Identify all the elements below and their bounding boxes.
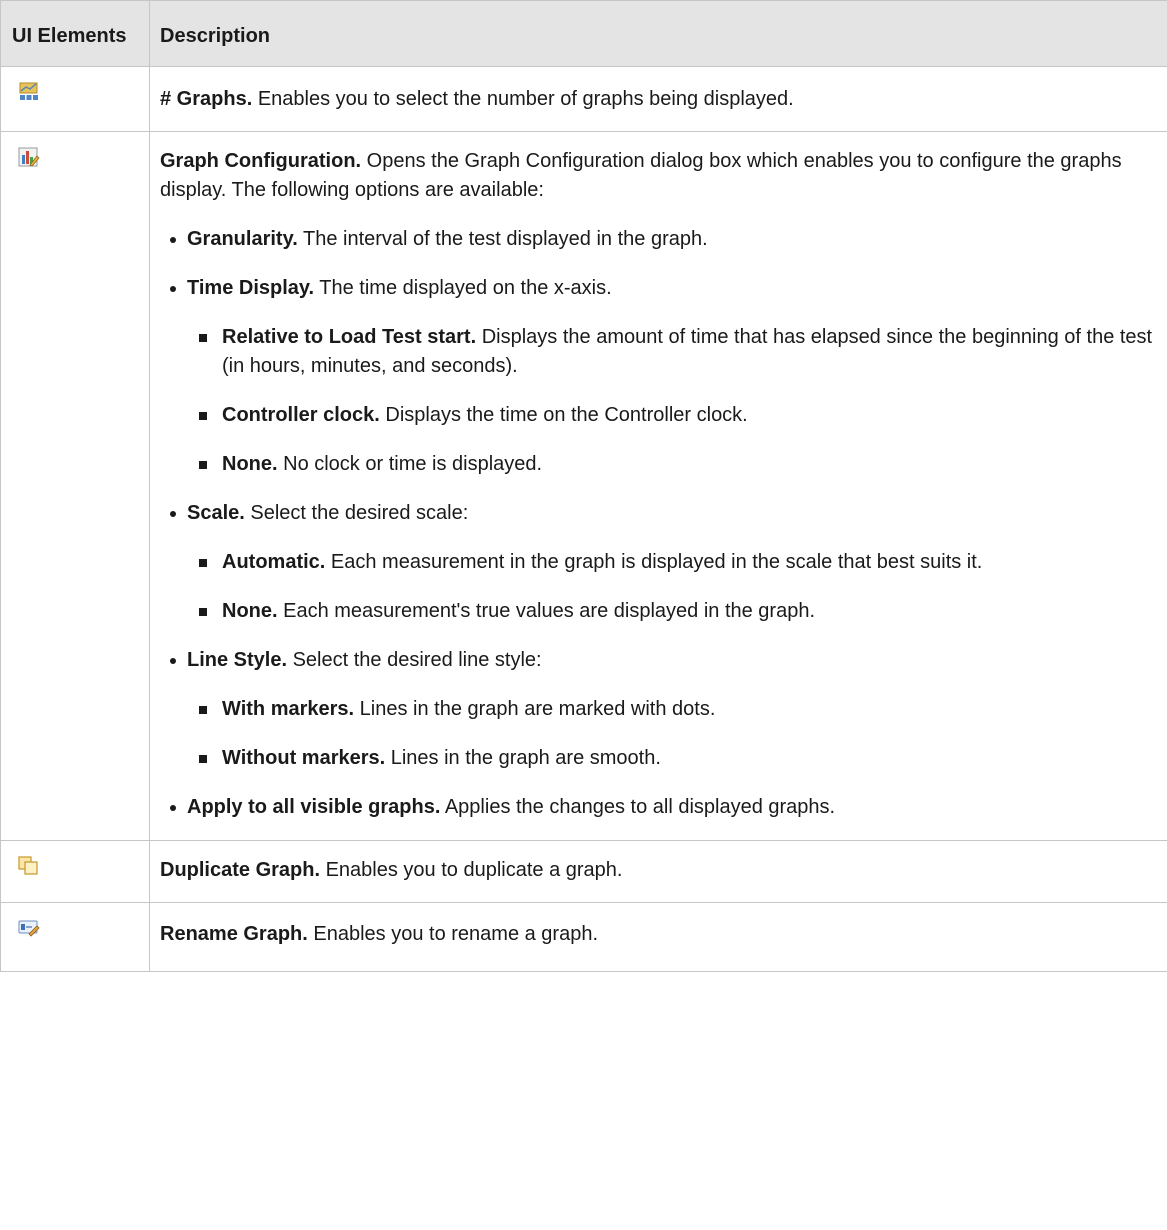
item-text: Select the desired scale: xyxy=(244,502,469,524)
term: Time Display. xyxy=(187,277,315,299)
duplicate-graph-icon xyxy=(17,855,41,877)
item-text: The interval of the test displayed in th… xyxy=(297,228,708,250)
term: Without markers. xyxy=(222,747,386,769)
item-text: Applies the changes to all displayed gra… xyxy=(440,796,836,818)
description-cell: Duplicate Graph. Enables you to duplicat… xyxy=(149,840,1167,903)
options-list: Granularity. The interval of the test di… xyxy=(160,225,1157,822)
description-text: Enables you to select the number of grap… xyxy=(252,88,794,110)
item-text: The time displayed on the x-axis. xyxy=(314,277,612,299)
term: Line Style. xyxy=(187,649,288,671)
item-text: Lines in the graph are smooth. xyxy=(385,747,661,769)
table-row-graphs: # Graphs. Enables you to select the numb… xyxy=(0,66,1167,132)
graphs-layout-icon xyxy=(17,81,41,103)
table-row-rename-graph: Rename Graph. Enables you to rename a gr… xyxy=(0,902,1167,972)
list-item: Granularity. The interval of the test di… xyxy=(160,225,1157,254)
table-row-duplicate-graph: Duplicate Graph. Enables you to duplicat… xyxy=(0,840,1167,903)
term: # Graphs. xyxy=(160,88,253,110)
term: Relative to Load Test start. xyxy=(222,326,477,348)
item-text: Displays the time on the Controller cloc… xyxy=(379,404,748,426)
table-row-graph-configuration: Graph Configuration. Opens the Graph Con… xyxy=(0,131,1167,841)
ui-elements-table: UI Elements Description # Graphs. Enable… xyxy=(0,0,1167,972)
header-description: Description xyxy=(149,0,1167,67)
description-cell: Rename Graph. Enables you to rename a gr… xyxy=(149,902,1167,972)
sub-list-item: Relative to Load Test start. Displays th… xyxy=(195,323,1157,381)
item-text: Each measurement in the graph is display… xyxy=(325,551,983,573)
header-ui-elements: UI Elements xyxy=(0,0,150,67)
graph-configuration-icon xyxy=(17,146,41,168)
term: With markers. xyxy=(222,698,355,720)
term: Automatic. xyxy=(222,551,326,573)
sub-list-item: None. No clock or time is displayed. xyxy=(195,450,1157,479)
term: Duplicate Graph. xyxy=(160,859,321,881)
term: None. xyxy=(222,453,278,475)
icon-cell xyxy=(0,66,150,132)
table-header-row: UI Elements Description xyxy=(0,0,1167,67)
term: Granularity. xyxy=(187,228,298,250)
term: Graph Configuration. xyxy=(160,150,362,172)
item-text: Each measurement's true values are displ… xyxy=(277,600,816,622)
list-item: Scale. Select the desired scale: Automat… xyxy=(160,499,1157,626)
term: None. xyxy=(222,600,278,622)
description-text: Enables you to duplicate a graph. xyxy=(320,859,623,881)
term: Apply to all visible graphs. xyxy=(187,796,441,818)
term: Scale. xyxy=(187,502,245,524)
sub-list-item: Controller clock. Displays the time on t… xyxy=(195,401,1157,430)
list-item: Line Style. Select the desired line styl… xyxy=(160,646,1157,773)
description-cell: # Graphs. Enables you to select the numb… xyxy=(149,66,1167,132)
description-cell: Graph Configuration. Opens the Graph Con… xyxy=(149,131,1167,841)
sub-list-item: Automatic. Each measurement in the graph… xyxy=(195,548,1157,577)
sub-list: With markers. Lines in the graph are mar… xyxy=(187,695,1157,773)
sub-list-item: None. Each measurement's true values are… xyxy=(195,597,1157,626)
description-text: Enables you to rename a graph. xyxy=(307,923,599,945)
item-text: Lines in the graph are marked with dots. xyxy=(354,698,716,720)
list-item: Time Display. The time displayed on the … xyxy=(160,274,1157,479)
item-text: No clock or time is displayed. xyxy=(277,453,543,475)
sub-list-item: Without markers. Lines in the graph are … xyxy=(195,744,1157,773)
icon-cell xyxy=(0,840,150,903)
term: Rename Graph. xyxy=(160,923,308,945)
icon-cell xyxy=(0,902,150,972)
sub-list-item: With markers. Lines in the graph are mar… xyxy=(195,695,1157,724)
item-text: Select the desired line style: xyxy=(287,649,542,671)
icon-cell xyxy=(0,131,150,841)
rename-graph-icon xyxy=(17,917,41,939)
sub-list: Automatic. Each measurement in the graph… xyxy=(187,548,1157,626)
list-item: Apply to all visible graphs. Applies the… xyxy=(160,793,1157,822)
term: Controller clock. xyxy=(222,404,380,426)
sub-list: Relative to Load Test start. Displays th… xyxy=(187,323,1157,479)
